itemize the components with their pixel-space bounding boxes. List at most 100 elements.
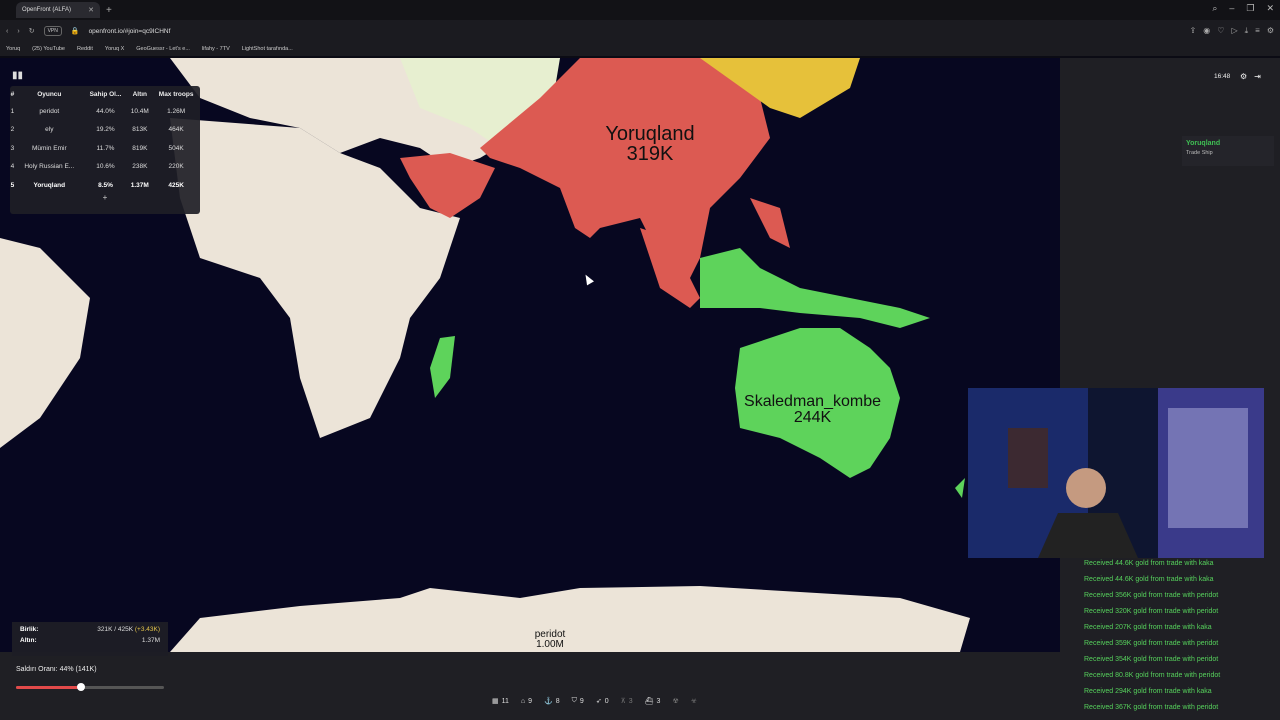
- bookmark-item[interactable]: Yoruq X: [105, 46, 124, 52]
- player-troops: 244K: [793, 409, 832, 426]
- log-entry: Received 80.8K gold from trade with peri…: [1084, 672, 1221, 679]
- owned: 19.2%: [96, 126, 115, 134]
- log-entry: Received 356K gold from trade with perid…: [1084, 592, 1219, 599]
- restore-icon[interactable]: ❐: [1246, 3, 1254, 14]
- log-entry: Received 354K gold from trade with perid…: [1084, 656, 1219, 663]
- leaderboard-row[interactable]: 3 Mümin Emir 11.7% 819K 504K: [10, 139, 200, 158]
- address-bar-icons: ⇪ ◉ ♡ ▷ ⤓ ≡ ⚙: [1190, 26, 1274, 36]
- event-sub: Trade Ship: [1186, 150, 1213, 156]
- leaderboard-row[interactable]: 4 Holy Russian E... 10.6% 238K 220K: [10, 158, 200, 177]
- leaderboard-row[interactable]: 1 peridot 44.0% 10.4M 1.26M: [10, 102, 200, 121]
- close-tab-icon[interactable]: ✕: [88, 6, 94, 14]
- play-icon[interactable]: ▷: [1231, 26, 1237, 36]
- player-troops: 319K: [626, 143, 674, 165]
- player-troops: 1.00M: [536, 639, 564, 650]
- build-atom-bomb-button[interactable]: ☢: [668, 693, 682, 709]
- header-owned[interactable]: Sahip Ol...: [84, 86, 128, 102]
- player-name: Skaledman_kombe: [744, 393, 881, 410]
- build-count: 11: [501, 697, 509, 705]
- leaderboard-expand-button[interactable]: +: [10, 193, 200, 202]
- settings-gear-icon[interactable]: ⚙: [1240, 72, 1247, 81]
- build-count: 8: [555, 697, 560, 705]
- bookmark-item[interactable]: Yoruq: [6, 46, 20, 52]
- share-icon[interactable]: ⇪: [1190, 26, 1197, 36]
- build-count: 3: [656, 697, 661, 705]
- leaderboard-toggle-icon[interactable]: ▮▮: [12, 70, 23, 81]
- build-count: 0: [604, 697, 609, 705]
- log-entry: Received 294K gold from trade with kaka: [1084, 688, 1212, 695]
- bookmarks-bar: Yoruq (25) YouTube Reddit Yoruq X GeoGue…: [0, 42, 1280, 56]
- minimize-icon[interactable]: –: [1229, 3, 1234, 14]
- city-icon: ▦: [492, 698, 499, 705]
- bookmark-icon[interactable]: ♡: [1217, 26, 1224, 36]
- build-factory-button[interactable]: ⌂ 9: [517, 693, 536, 709]
- build-count: 3: [628, 697, 633, 705]
- browser-tab[interactable]: OpenFront (ALFA) ✕: [16, 2, 100, 18]
- bookmark-item[interactable]: (25) YouTube: [32, 46, 65, 52]
- attack-ratio-slider[interactable]: [16, 683, 164, 691]
- log-entry: Received 320K gold from trade with perid…: [1084, 608, 1219, 615]
- reload-icon[interactable]: ↻: [29, 27, 35, 35]
- log-entry: Received 44.6K gold from trade with kaka: [1084, 560, 1214, 567]
- bookmark-item[interactable]: GeoGuessr - Let's e...: [136, 46, 190, 52]
- build-port-button[interactable]: ⚓ 8: [540, 693, 564, 709]
- header-player[interactable]: Oyuncu: [15, 86, 84, 102]
- exit-icon[interactable]: ⇥: [1254, 72, 1261, 81]
- troops: 464K: [168, 126, 184, 134]
- back-icon[interactable]: ‹: [6, 28, 8, 35]
- gold: 10.4M: [130, 107, 149, 115]
- search-tabs-icon[interactable]: ⌕: [1212, 3, 1217, 14]
- url-field[interactable]: openfront.io/#join=qc9ICHNf: [89, 28, 171, 35]
- attack-ratio-label: Saldırı Oranı: 44% (141K): [16, 666, 97, 673]
- atom-bomb-icon: ☢: [672, 698, 679, 705]
- leaderboard: # Oyuncu Sahip Ol... Altın Max troops 1 …: [10, 86, 200, 214]
- factory-icon: ⌂: [520, 697, 526, 705]
- header-gold[interactable]: Altın: [127, 86, 152, 102]
- game-timer: 16:48: [1214, 73, 1231, 80]
- log-entry: Received 359K gold from trade with perid…: [1084, 640, 1219, 647]
- gold-value: 1.37M: [141, 637, 160, 644]
- build-city-button[interactable]: ▦ 11: [488, 693, 513, 709]
- slider-knob[interactable]: [77, 683, 86, 691]
- build-sam-button[interactable]: ⊼ 3: [617, 693, 637, 709]
- vpn-badge[interactable]: VPN: [43, 26, 62, 36]
- player-label-skaledman[interactable]: Skaledman_kombe 244K: [720, 394, 905, 426]
- new-tab-icon[interactable]: +: [106, 5, 112, 16]
- gold-label: Altın:: [20, 637, 37, 644]
- troops-label: Birlik:: [20, 626, 39, 633]
- hud-icons: ⚙ ⇥: [1240, 72, 1261, 81]
- header-troops[interactable]: Max troops: [152, 86, 200, 102]
- extensions-icon[interactable]: ⚙: [1267, 26, 1274, 36]
- player: Holy Russian E...: [24, 163, 75, 171]
- camera-icon[interactable]: ◉: [1203, 26, 1210, 36]
- browser-tab-bar: OpenFront (ALFA) ✕ + ⌕ – ❐ ✕: [0, 0, 1280, 20]
- build-missile-button[interactable]: ➶ 0: [592, 693, 613, 709]
- event-name: Yoruqland: [1186, 140, 1221, 147]
- build-hydrogen-bomb-button[interactable]: ☣: [687, 693, 701, 709]
- player-name: Yoruqland: [605, 123, 695, 145]
- leaderboard-row[interactable]: 2 ely 19.2% 813K 464K: [10, 121, 200, 140]
- download-icon[interactable]: ⤓: [1245, 26, 1249, 36]
- gold: 238K: [132, 163, 148, 171]
- port-icon: ⚓: [544, 698, 553, 705]
- build-warship-button[interactable]: ⛴ 3: [641, 693, 665, 709]
- log-entry: Received 367K gold from trade with perid…: [1084, 704, 1219, 711]
- event-log: Received 44.6K gold from trade with kaka…: [1080, 556, 1270, 716]
- menu-icon[interactable]: ≡: [1255, 26, 1260, 36]
- address-bar: ‹ › ↻ VPN 🔒 openfront.io/#join=qc9ICHNf …: [0, 20, 1280, 42]
- attack-ratio-panel: Saldırı Oranı: 44% (141K): [12, 660, 168, 700]
- build-defense-button[interactable]: ⛉ 9: [568, 693, 588, 709]
- bookmark-item[interactable]: lifahy - 7TV: [202, 46, 230, 52]
- player: Mümin Emir: [31, 144, 67, 152]
- player-label-yoruqland[interactable]: Yoruqland 319K: [560, 124, 740, 164]
- event-card[interactable]: Yoruqland Trade Ship: [1182, 136, 1274, 166]
- troops: 504K: [168, 144, 184, 152]
- close-window-icon[interactable]: ✕: [1266, 3, 1274, 14]
- player: peridot: [39, 107, 60, 115]
- warship-icon: ⛴: [644, 698, 654, 705]
- bookmark-item[interactable]: LightShot tarafında...: [242, 46, 293, 52]
- slider-fill: [16, 686, 82, 689]
- bookmark-item[interactable]: Reddit: [77, 46, 93, 52]
- forward-icon[interactable]: ›: [17, 28, 19, 35]
- player-label-peridot[interactable]: peridot 1.00M: [520, 630, 580, 650]
